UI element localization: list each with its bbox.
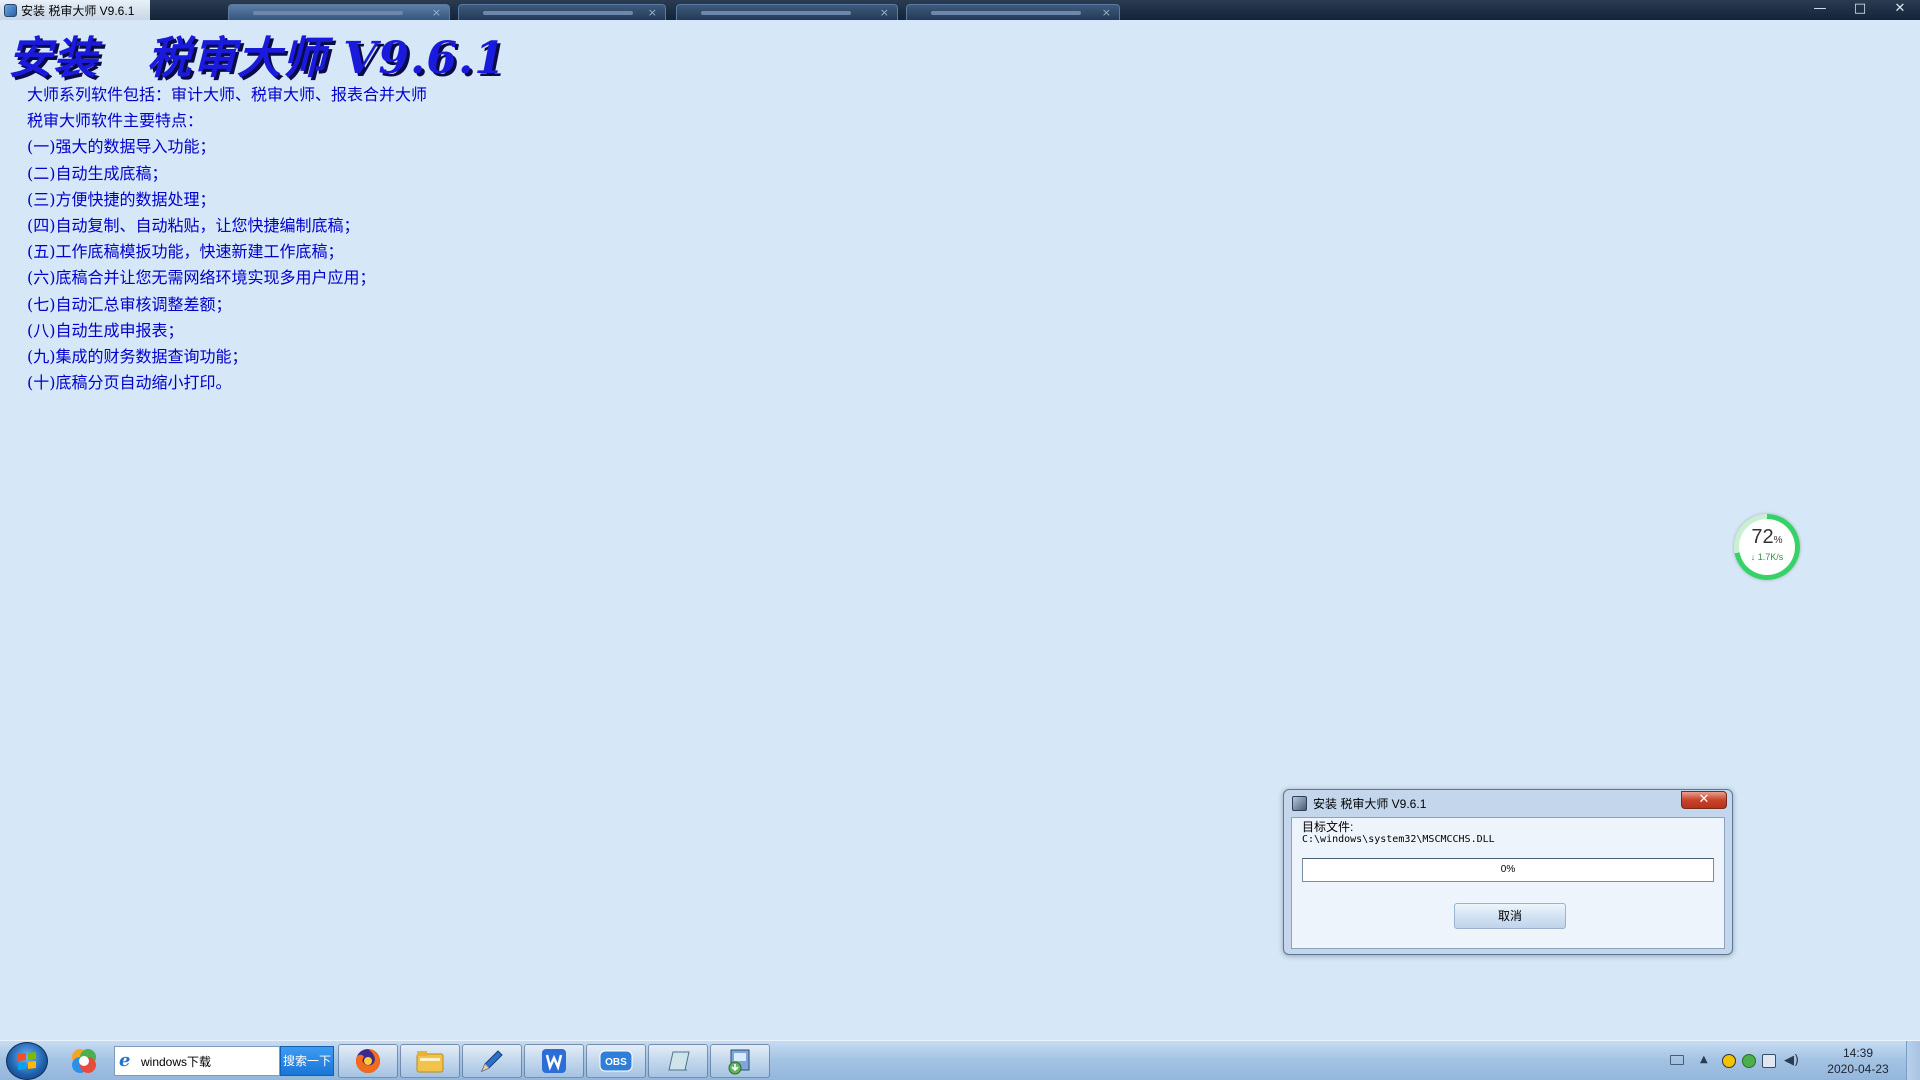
window-title: 安装 税审大师 V9.6.1 xyxy=(21,3,135,18)
search-input[interactable] xyxy=(141,1054,277,1068)
browser-tab[interactable]: × xyxy=(458,4,666,20)
install-progress-dialog: 安装 税审大师 V9.6.1 ✕ 目标文件: C:\windows\system… xyxy=(1283,789,1733,955)
installer-app-icon xyxy=(4,3,17,17)
tab-close-icon[interactable]: × xyxy=(880,6,889,19)
feature-item: (七)自动汇总审核调整差额； xyxy=(27,294,232,314)
wps-writer-icon xyxy=(542,1049,566,1073)
browser-tab[interactable]: × xyxy=(228,4,450,20)
keyboard-icon[interactable] xyxy=(1670,1055,1684,1065)
cancel-button[interactable]: 取消 xyxy=(1454,903,1566,929)
volume-icon[interactable]: ◀) xyxy=(1784,1054,1799,1068)
dialog-titlebar[interactable]: 安装 税审大师 V9.6.1 xyxy=(1284,790,1732,816)
wps-icon[interactable] xyxy=(524,1044,584,1078)
feature-item: (六)底稿合并让您无需网络环境实现多用户应用； xyxy=(27,268,376,288)
target-file-label: 目标文件: xyxy=(1302,820,1354,834)
clock[interactable]: 14:39 2020-04-23 xyxy=(1818,1045,1898,1077)
notepad-icon[interactable] xyxy=(648,1044,708,1078)
window-close-button[interactable]: ✕ xyxy=(1880,0,1920,20)
network-speed-widget[interactable]: 72% ↓ 1.7K/s xyxy=(1734,514,1800,580)
show-desktop-button[interactable] xyxy=(1906,1041,1920,1080)
tab-label-placeholder xyxy=(253,11,403,15)
feature-item: (三)方便快捷的数据处理； xyxy=(27,189,216,209)
folder-icon xyxy=(416,1051,444,1073)
browser-tab[interactable]: × xyxy=(906,4,1120,20)
setup-package-icon xyxy=(728,1049,750,1075)
file-explorer-icon[interactable] xyxy=(400,1044,460,1078)
start-button[interactable] xyxy=(6,1042,48,1080)
search-button[interactable]: 搜索一下 xyxy=(280,1046,334,1076)
obs-icon[interactable]: OBS xyxy=(586,1044,646,1078)
search-box[interactable]: e xyxy=(114,1046,280,1076)
download-rate: ↓ 1.7K/s xyxy=(1750,552,1784,562)
browser-icon[interactable] xyxy=(58,1044,110,1078)
pen-icon xyxy=(481,1050,503,1072)
browser-tab[interactable]: × xyxy=(676,4,898,20)
installer-icon xyxy=(1292,795,1307,811)
feature-item: (九)集成的财务数据查询功能； xyxy=(27,346,248,366)
system-tray: ▲ ◀) 14:39 2020-04-23 xyxy=(1660,1041,1920,1080)
svg-text:OBS: OBS xyxy=(605,1057,627,1068)
windows-logo-icon xyxy=(18,1052,36,1070)
target-file-path: C:\windows\system32\MSCMCCHS.DLL xyxy=(1302,834,1495,845)
feature-item: (五)工作底稿模扳功能，快速新建工作底稿； xyxy=(27,242,344,262)
install-progress-bar: 0% xyxy=(1302,858,1714,882)
network-icon[interactable] xyxy=(1762,1054,1776,1068)
installer-icon[interactable] xyxy=(710,1044,770,1078)
installer-title: 安装 税审大师 V9.6.1 xyxy=(8,33,506,84)
tab-label-placeholder xyxy=(483,11,633,15)
qq-icon[interactable] xyxy=(1722,1054,1736,1068)
notebook-icon xyxy=(668,1051,690,1071)
feature-list: 大师系列软件包括：审计大师、税审大师、报表合并大师 税审大师软件主要特点： (一… xyxy=(27,82,427,396)
feature-item: (四)自动复制、自动粘贴，让您快捷编制底稿； xyxy=(27,215,360,235)
tab-close-icon[interactable]: × xyxy=(648,6,657,19)
progress-text: 0% xyxy=(1500,864,1516,875)
dialog-body: 目标文件: C:\windows\system32\MSCMCCHS.DLL 0… xyxy=(1291,817,1725,949)
tab-label-placeholder xyxy=(931,11,1081,15)
feature-item: (八)自动生成申报表； xyxy=(27,320,184,340)
speed-widget-face: 72% ↓ 1.7K/s xyxy=(1739,519,1795,575)
tab-close-icon[interactable]: × xyxy=(1102,6,1111,19)
clock-date: 2020-04-23 xyxy=(1827,1062,1889,1076)
pen-tool-icon[interactable] xyxy=(462,1044,522,1078)
firefox-logo-icon xyxy=(355,1049,380,1073)
minimize-button[interactable]: — xyxy=(1800,0,1840,20)
obs-logo-icon: OBS xyxy=(599,1050,633,1072)
window-titlebar: 安装 税审大师 V9.6.1 × × × × — □ ✕ xyxy=(0,0,1920,20)
intro-line: 大师系列软件包括：审计大师、税审大师、报表合并大师 xyxy=(27,85,428,104)
ie-icon: e xyxy=(119,1050,131,1071)
intro-line: 税审大师软件主要特点： xyxy=(27,111,204,131)
taskbar: e 搜索一下 OBS xyxy=(0,1040,1920,1080)
browser-logo-icon xyxy=(72,1049,96,1073)
dialog-title: 安装 税审大师 V9.6.1 xyxy=(1313,796,1427,811)
feature-item: (二)自动生成底稿； xyxy=(27,163,168,183)
show-hidden-icons-icon[interactable]: ▲ xyxy=(1700,1053,1714,1067)
feature-item: (十)底稿分页自动缩小打印。 xyxy=(27,373,232,393)
dialog-close-button[interactable]: ✕ xyxy=(1681,791,1727,809)
app-window-tab[interactable]: 安装 税审大师 V9.6.1 xyxy=(0,0,150,20)
clock-time: 14:39 xyxy=(1842,1046,1874,1060)
tab-close-icon[interactable]: × xyxy=(432,6,441,19)
maximize-button[interactable]: □ xyxy=(1840,0,1880,20)
usage-unit: % xyxy=(1773,535,1783,546)
tab-label-placeholder xyxy=(701,11,851,15)
memory-usage-percent: 72% xyxy=(1739,527,1795,551)
usage-value: 72 xyxy=(1751,526,1774,548)
firefox-icon[interactable] xyxy=(338,1044,398,1078)
security-icon[interactable] xyxy=(1742,1054,1756,1068)
feature-item: (一)强大的数据导入功能； xyxy=(27,137,216,157)
